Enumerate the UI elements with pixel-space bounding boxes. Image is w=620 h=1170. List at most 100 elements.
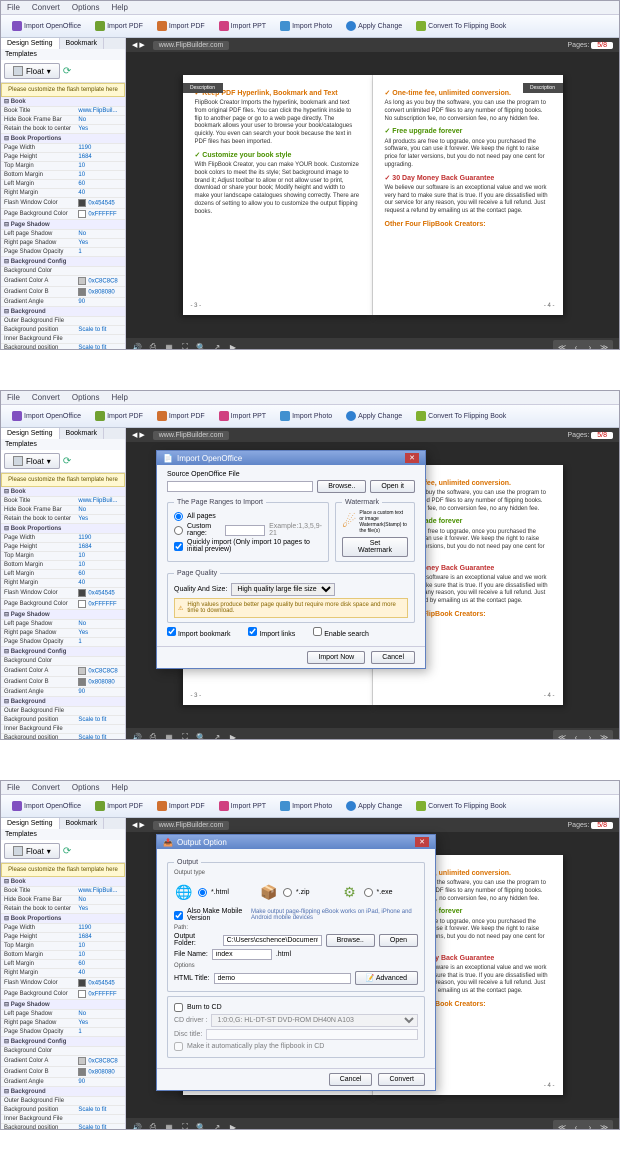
quick-import-checkbox[interactable] [174,542,183,551]
print-icon[interactable]: ⎙ [148,342,158,350]
output-html-radio[interactable] [198,888,207,897]
property-row[interactable]: Hide Book Frame BarNo [1,506,125,515]
cancel-button[interactable]: Cancel [371,651,415,664]
burn-cd-checkbox[interactable] [174,1003,183,1012]
property-row[interactable]: Page Height1684 [1,153,125,162]
property-row[interactable]: Gradient Color B0x808080 [1,677,125,688]
file-name-input[interactable] [212,949,272,960]
property-grid[interactable]: ⊟ BookBook Titlewww.FlipBuil...Hide Book… [1,97,125,350]
set-watermark-button[interactable]: Set Watermark [342,537,408,557]
property-row[interactable]: ⊟ Book [1,487,125,497]
property-row[interactable]: Left Margin60 [1,570,125,579]
tab-bookmark[interactable]: Bookmark [60,38,105,49]
open-button[interactable]: Open it [370,480,415,493]
template-float-button[interactable]: Float▾ [4,63,60,79]
property-row[interactable]: Page Width1190 [1,924,125,933]
import-pdf-button-2[interactable]: Import PDF [152,18,210,34]
property-row[interactable]: Inner Background File [1,335,125,344]
property-row[interactable]: ⊟ Book [1,97,125,107]
property-row[interactable]: Retain the book to centerYes [1,125,125,134]
property-row[interactable]: Inner Background File [1,725,125,734]
property-row[interactable]: Bottom Margin10 [1,561,125,570]
property-row[interactable]: Outer Background File [1,707,125,716]
menu-file[interactable]: File [7,3,20,12]
property-row[interactable]: Inner Background File [1,1115,125,1124]
convert-button[interactable]: Convert [378,1073,425,1086]
last-page-icon[interactable]: ≫ [599,342,609,350]
open-button[interactable]: Open [379,934,418,947]
property-row[interactable]: ⊟ Page Shadow [1,610,125,620]
disc-title-input[interactable] [206,1029,418,1040]
property-row[interactable]: Flash Window Color0x454545 [1,978,125,989]
property-row[interactable]: ⊟ Book Proportions [1,914,125,924]
property-row[interactable]: Top Margin10 [1,942,125,951]
html-title-input[interactable] [214,973,351,984]
property-row[interactable]: ⊟ Background Config [1,1037,125,1047]
property-row[interactable]: Hide Book Frame BarNo [1,116,125,125]
property-row[interactable]: Gradient Color A0xC8C8C8 [1,666,125,677]
advanced-button[interactable]: 📝 Advanced [355,971,418,985]
property-row[interactable]: ⊟ Background Config [1,647,125,657]
property-row[interactable]: Background Color [1,267,125,276]
property-row[interactable]: Flash Window Color0x454545 [1,198,125,209]
prev-page-icon[interactable]: ‹ [571,342,581,350]
property-row[interactable]: Gradient Angle90 [1,688,125,697]
property-row[interactable]: Gradient Color A0xC8C8C8 [1,1056,125,1067]
property-row[interactable]: Left page ShadowNo [1,620,125,629]
property-row[interactable]: ⊟ Background [1,697,125,707]
property-row[interactable]: Left Margin60 [1,180,125,189]
custom-range-input[interactable] [225,525,265,536]
quality-select[interactable]: High quality large file size [231,583,335,596]
property-row[interactable]: Right Margin40 [1,969,125,978]
property-row[interactable]: Outer Background File [1,317,125,326]
property-row[interactable]: Page Background Color0xFFFFFF [1,209,125,220]
property-row[interactable]: Top Margin10 [1,552,125,561]
property-row[interactable]: Gradient Color A0xC8C8C8 [1,276,125,287]
property-row[interactable]: Left page ShadowNo [1,230,125,239]
property-row[interactable]: Book Titlewww.FlipBuil... [1,107,125,116]
property-row[interactable]: Page Shadow Opacity1 [1,1028,125,1037]
import-openoffice-button[interactable]: Import OpenOffice [7,18,86,34]
property-row[interactable]: Hide Book Frame BarNo [1,896,125,905]
close-icon[interactable]: ✕ [415,837,429,847]
property-row[interactable]: Top Margin10 [1,162,125,171]
property-row[interactable]: Retain the book to centerYes [1,515,125,524]
import-ppt-button[interactable]: Import PPT [214,18,271,34]
property-row[interactable]: Background positionScale to fit [1,1124,125,1131]
output-exe-radio[interactable] [364,888,373,897]
convert-to-flipbook-button[interactable]: Convert To Flipping Book [411,18,511,34]
property-row[interactable]: Background Color [1,657,125,666]
import-now-button[interactable]: Import Now [307,651,365,664]
zoom-icon[interactable]: 🔍 [196,342,206,350]
property-row[interactable]: Background positionScale to fit [1,734,125,741]
property-row[interactable]: Gradient Angle90 [1,1078,125,1087]
property-row[interactable]: ⊟ Background Config [1,257,125,267]
property-row[interactable]: Page Background Color0xFFFFFF [1,599,125,610]
first-page-icon[interactable]: ≪ [557,342,567,350]
property-row[interactable]: Gradient Color B0x808080 [1,1067,125,1078]
menu-help[interactable]: Help [111,3,127,12]
property-row[interactable]: Right page ShadowYes [1,1019,125,1028]
output-folder-input[interactable] [223,935,322,946]
property-row[interactable]: Book Titlewww.FlipBuil... [1,887,125,896]
source-file-input[interactable] [167,481,313,492]
property-row[interactable]: ⊟ Book Proportions [1,134,125,144]
property-row[interactable]: Left Margin60 [1,960,125,969]
property-row[interactable]: Page Shadow Opacity1 [1,638,125,647]
property-row[interactable]: Background Color [1,1047,125,1056]
import-bookmark-checkbox[interactable] [167,627,176,636]
property-row[interactable]: Right Margin40 [1,189,125,198]
property-row[interactable]: Page Shadow Opacity1 [1,248,125,257]
all-pages-radio[interactable] [174,512,183,521]
menu-options[interactable]: Options [72,3,100,12]
property-row[interactable]: Page Width1190 [1,534,125,543]
property-row[interactable]: Page Height1684 [1,933,125,942]
enable-search-checkbox[interactable] [313,627,322,636]
apply-change-button[interactable]: Apply Change [341,18,407,34]
property-row[interactable]: Bottom Margin10 [1,951,125,960]
property-row[interactable]: Book Titlewww.FlipBuil... [1,497,125,506]
autoplay-checkbox[interactable] [174,1042,183,1051]
sound-icon[interactable]: 🔊 [132,342,142,350]
next-page-icon[interactable]: › [585,342,595,350]
menu-convert[interactable]: Convert [32,3,60,12]
